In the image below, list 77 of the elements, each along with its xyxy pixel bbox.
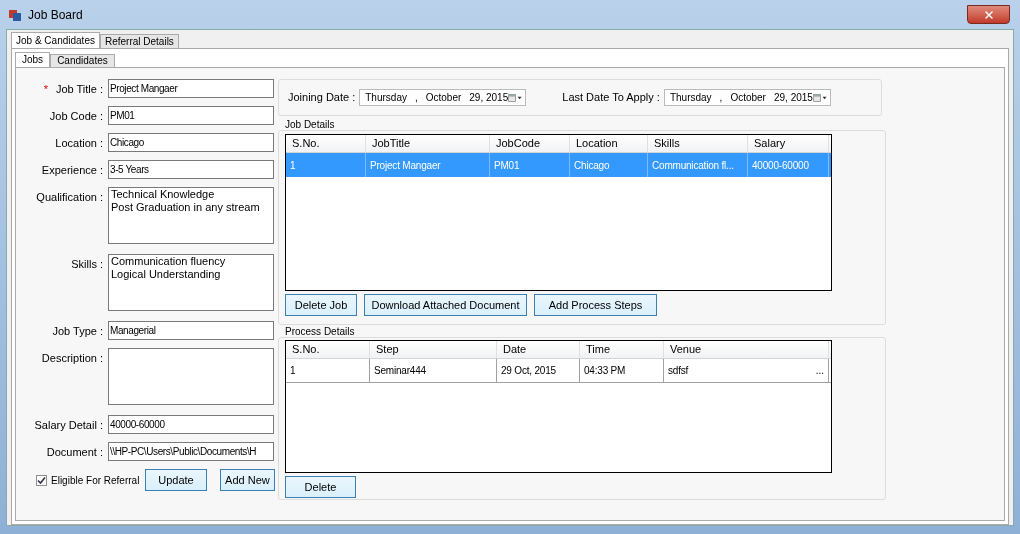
field-label: Experience : — [41, 163, 103, 178]
action-button[interactable]: Update — [145, 469, 207, 491]
column-header[interactable]: JobTitle — [366, 135, 490, 152]
checkbox-label: Eligible For Referral — [51, 473, 140, 488]
calendar-dropdown-icon[interactable] — [812, 91, 828, 104]
close-icon — [982, 8, 995, 21]
field-label: Description : — [41, 351, 103, 366]
date-picker[interactable]: Thursday , October 29, 2015 — [663, 89, 831, 106]
table-cell-text: Chicago — [574, 158, 610, 173]
field-label: Job Code : — [49, 109, 103, 124]
day-text: 29, 2015 — [773, 91, 813, 105]
input-field[interactable]: 3-5 Years — [108, 160, 274, 179]
column-header[interactable]: S.No. — [286, 341, 370, 358]
day-text: 29, 2015 — [469, 91, 509, 105]
table-cell-text: sdfsf — [668, 364, 689, 378]
table-cell-text: 04:33 PM — [584, 364, 626, 378]
table-cell-text: 1 — [290, 158, 296, 173]
column-header[interactable]: Skills — [648, 135, 748, 152]
action-button[interactable]: Delete Job — [285, 294, 357, 316]
app-icon — [8, 7, 22, 22]
input-field[interactable]: Managerial — [108, 321, 274, 340]
column-header[interactable]: JobCode — [490, 135, 570, 152]
text-area[interactable] — [108, 348, 274, 405]
table-cell-text: Seminar444 — [374, 364, 426, 378]
tab[interactable]: Candidates — [50, 54, 115, 67]
group-title: Process Details — [285, 326, 356, 337]
column-header[interactable]: Venue — [664, 341, 829, 358]
table-cell-text: Communication fl... — [652, 158, 734, 173]
tab[interactable]: Jobs — [15, 52, 51, 67]
action-button[interactable]: Add Process Steps — [534, 294, 657, 316]
tab[interactable]: Referral Details — [99, 34, 179, 48]
table-cell-text: Project Mangaer — [370, 158, 441, 173]
checkbox[interactable] — [36, 474, 47, 486]
required-mark: * — [43, 82, 48, 97]
ellipsis-button[interactable]: ... — [815, 363, 824, 378]
date-label: Last Date To Apply : — [562, 90, 660, 106]
action-button[interactable]: Delete — [285, 476, 356, 498]
month-text: October — [730, 91, 766, 105]
column-header[interactable]: Date — [497, 341, 580, 358]
input-field[interactable]: PM01 — [108, 106, 274, 125]
separator-text: , — [719, 91, 723, 105]
table-cell-text: 29 Oct, 2015 — [501, 364, 556, 378]
field-label: Job Title : — [55, 82, 103, 97]
weekday-text: Thursday — [365, 91, 407, 105]
date-picker[interactable]: Thursday , October 29, 2015 — [359, 89, 527, 106]
column-header[interactable]: S.No. — [286, 135, 366, 152]
column-header[interactable]: Step — [370, 341, 497, 358]
input-field[interactable]: 40000-60000 — [108, 415, 274, 434]
window-title: Job Board — [28, 6, 83, 24]
column-header[interactable]: Salary — [748, 135, 829, 152]
grid-row[interactable]: 1 Seminar444 29 Oct, 2015 04:33 PM sdfsf ... — [286, 359, 831, 383]
input-field[interactable]: Project Mangaer — [108, 79, 274, 98]
column-header[interactable]: Time — [580, 341, 664, 358]
table-cell-text: PM01 — [494, 158, 520, 173]
text-area[interactable]: Communication fluency Logical Understanding — [108, 254, 274, 311]
input-field[interactable]: Chicago — [108, 133, 274, 152]
text-area[interactable]: Technical Knowledge Post Graduation in any stream — [108, 187, 274, 244]
weekday-text: Thursday — [669, 91, 712, 105]
column-header[interactable]: Location — [570, 135, 648, 152]
field-label: Job Type : — [52, 324, 103, 339]
table-cell-text: 40000-60000 — [752, 158, 809, 173]
action-button[interactable]: Download Attached Document — [364, 294, 527, 316]
calendar-dropdown-icon[interactable] — [508, 91, 524, 104]
table-cell-text: 1 — [290, 364, 296, 378]
tab[interactable]: Job & Candidates — [11, 32, 100, 48]
group-title: Job Details — [285, 119, 336, 130]
field-label: Salary Detail : — [34, 418, 103, 433]
month-text: October — [425, 91, 462, 105]
input-field[interactable]: \\HP-PC\Users\Public\Documents\H — [108, 442, 274, 461]
field-label: Qualification : — [36, 190, 103, 205]
close-button[interactable] — [967, 5, 1010, 24]
field-label: Location : — [55, 136, 103, 151]
separator-text: , — [414, 91, 418, 105]
action-button[interactable]: Add New — [219, 469, 275, 491]
field-label: Document : — [46, 445, 103, 460]
field-label: Skills : — [71, 257, 103, 272]
date-label: Joining Date : — [288, 90, 356, 106]
